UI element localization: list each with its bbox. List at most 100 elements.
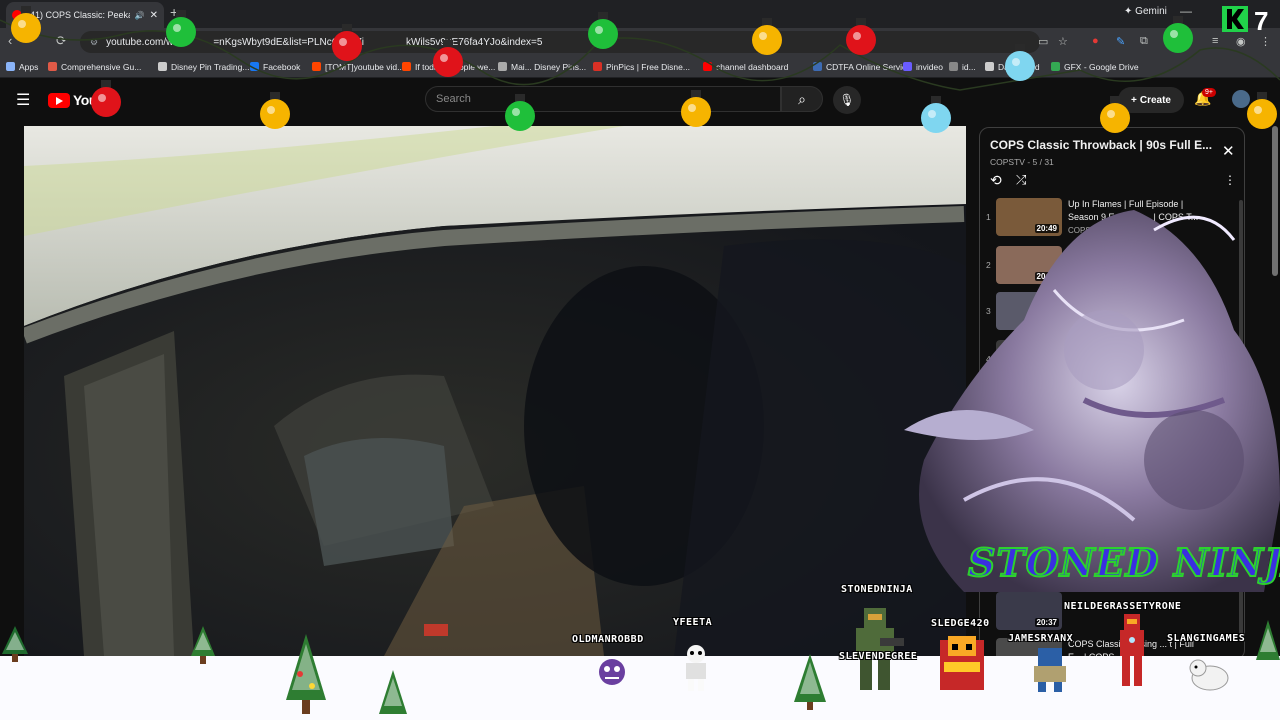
bookmark-item[interactable]: Mai... Disney Pins...: [498, 62, 593, 72]
chat-username: SLEDGE420: [931, 618, 990, 629]
microphone-icon: 🎙: [839, 93, 855, 107]
new-tab-button[interactable]: +: [170, 4, 178, 20]
video-duration: 20:37: [1034, 618, 1059, 627]
bookmark-label: CDTFA Online Servic...: [826, 61, 903, 72]
shuffle-icon[interactable]: ⤮: [1016, 172, 1026, 188]
bookmark-favicon-icon: [312, 62, 321, 71]
bookmark-item[interactable]: invideo: [903, 62, 949, 72]
youtube-logo[interactable]: YouT: [48, 92, 105, 108]
avatar[interactable]: [1232, 90, 1250, 108]
back-arrow-icon[interactable]: ‹: [8, 33, 12, 48]
cast-icon[interactable]: ▭: [1038, 35, 1048, 48]
bookmark-label: id...: [962, 61, 976, 72]
bookmark-label: [TOMT]youtube vid...: [325, 61, 402, 72]
reload-icon[interactable]: ⟳: [56, 33, 67, 49]
bookmark-item[interactable]: CDTFA Online Servic...: [813, 62, 903, 72]
bookmark-item[interactable]: id...: [949, 62, 985, 72]
bookmark-favicon-icon: [158, 62, 167, 71]
playlist-position: 5 / 31: [1032, 157, 1054, 167]
christmas-tree-icon: [379, 670, 407, 714]
gemini-label: Gemini: [1135, 6, 1167, 17]
purple-creature-sprite: [599, 659, 625, 685]
chat-username: JAMESRYANX: [1008, 633, 1074, 644]
chat-username: OLDMANROBBD: [572, 634, 644, 645]
christmas-tree-icon: [191, 626, 215, 664]
bookmark-item[interactable]: Facebook: [250, 62, 312, 72]
robot-sprite: [1034, 648, 1066, 692]
create-button[interactable]: + Create: [1118, 87, 1184, 113]
chat-username: YFEETA: [673, 617, 713, 628]
plus-icon: +: [1131, 94, 1137, 106]
video-thumbnail[interactable]: 20:37: [996, 592, 1062, 630]
bookmarks-bar: Apps Comprehensive Gu... Disney Pin Tradin…: [0, 56, 1280, 78]
loop-icon[interactable]: ⟲: [990, 172, 1002, 189]
bookmark-label: Disney Pin Trading...: [171, 61, 250, 72]
bookmark-favicon-icon: [949, 62, 958, 71]
menu-dots-icon[interactable]: ⋮: [1260, 35, 1271, 48]
tab-close-icon[interactable]: ✕: [150, 10, 158, 21]
white-cat-sprite: [1189, 659, 1229, 691]
bookmark-item[interactable]: Disney Pin Trading...: [158, 62, 250, 72]
fire-warrior-sprite: [940, 636, 984, 690]
video-frame: [24, 126, 966, 656]
bookmark-item[interactable]: channel dashboard: [703, 62, 813, 72]
extensions-puzzle-icon[interactable]: ⧉: [1140, 35, 1148, 48]
bookmark-item[interactable]: Apps: [6, 62, 48, 72]
stoned-ninja-banner: STONED NINJA: [967, 539, 1280, 586]
media-control-icon[interactable]: ≡: [1212, 35, 1218, 47]
bookmark-favicon-icon: [813, 62, 822, 71]
bookmark-label: Mai... Disney Pins...: [511, 61, 587, 72]
bookmark-label: Facebook: [263, 61, 301, 72]
bookmark-item[interactable]: Dashboard: [985, 62, 1051, 72]
minimize-button[interactable]: —: [1180, 4, 1192, 18]
bookmark-label: channel dashboard: [716, 61, 789, 72]
search-input[interactable]: Search: [425, 86, 781, 112]
site-info-icon[interactable]: ⚙: [90, 37, 98, 48]
chat-username: SLEVENDEGREE: [839, 651, 918, 662]
url-query-2: kWils5v9uE76fa4YJo&index=5: [405, 36, 543, 48]
url-text: youtube.com/w =nKgsWbyt9dE&list=PLNcQdq67…: [106, 37, 542, 48]
bookmark-star-icon[interactable]: ☆: [1058, 35, 1068, 48]
bookmark-label: Dashboard: [998, 61, 1040, 72]
bookmark-favicon-icon: [985, 62, 994, 71]
extension-blue-icon[interactable]: ✎: [1116, 35, 1125, 48]
search-button[interactable]: ⌕: [781, 86, 823, 112]
browser-toolbar: ‹ ⟳ ⚙ youtube.com/w =nKgsWbyt9dE&list=PLN…: [0, 28, 1280, 56]
voice-search-button[interactable]: 🎙: [833, 86, 861, 114]
k7-number: 7: [1254, 6, 1268, 34]
extension-red-icon[interactable]: ●: [1092, 35, 1099, 47]
kick-logo: 7: [1222, 6, 1268, 34]
bookmark-item[interactable]: PinPics | Free Disne...: [593, 62, 703, 72]
youtube-favicon-icon: [12, 10, 22, 20]
more-vert-icon[interactable]: ⋮: [1224, 173, 1236, 187]
bookmark-item[interactable]: [TOMT]youtube vid...: [312, 62, 402, 72]
bookmark-label: If todays people we...: [415, 61, 496, 72]
youtube-logo-text: YouT: [73, 92, 105, 108]
youtube-header: ☰ YouT Search ⌕ 🎙 + Create 🔔 9+: [0, 78, 1280, 122]
gemini-icon: ✦: [1124, 6, 1133, 17]
profile-icon[interactable]: ◉: [1236, 35, 1246, 48]
browser-tab[interactable]: (41) COPS Classic: Peekabo 🔊 ✕: [6, 2, 164, 28]
bookmark-favicon-icon: [1051, 62, 1060, 71]
bookmark-item[interactable]: If todays people we...: [402, 62, 498, 72]
skeleton-sprite: [686, 645, 706, 691]
audio-icon[interactable]: 🔊: [135, 11, 145, 20]
playlist-title[interactable]: COPS Classic Throwback | 90s Full E...: [990, 138, 1216, 152]
bookmark-label: GFX - Google Drive: [1064, 61, 1139, 72]
hamburger-menu-icon[interactable]: ☰: [16, 90, 30, 110]
armored-soldier-sprite: [856, 608, 904, 690]
bookmark-label: invideo: [916, 61, 943, 72]
chat-username: SLANGINGAMES: [1167, 633, 1246, 644]
playlist-channel-name[interactable]: COPSTV: [990, 157, 1025, 167]
url-query-1: =nKgsWbyt9dE&list=PLNcQdq67i: [213, 36, 364, 48]
browser-tab-strip: (41) COPS Classic: Peekabo 🔊 ✕ + ✦ Gemin…: [0, 0, 1280, 28]
close-icon[interactable]: ✕: [1222, 142, 1235, 160]
chat-username: STONEDNINJA: [841, 584, 913, 595]
video-player[interactable]: [24, 126, 966, 656]
playlist-item[interactable]: 20:37: [980, 590, 1240, 636]
bookmark-item[interactable]: Comprehensive Gu...: [48, 62, 158, 72]
gemini-button[interactable]: ✦ Gemini: [1124, 6, 1167, 17]
bookmark-favicon-icon: [48, 62, 57, 71]
bookmark-item[interactable]: GFX - Google Drive: [1051, 62, 1141, 72]
address-bar[interactable]: ⚙ youtube.com/w =nKgsWbyt9dE&list=PLNcQdq…: [80, 31, 1040, 53]
